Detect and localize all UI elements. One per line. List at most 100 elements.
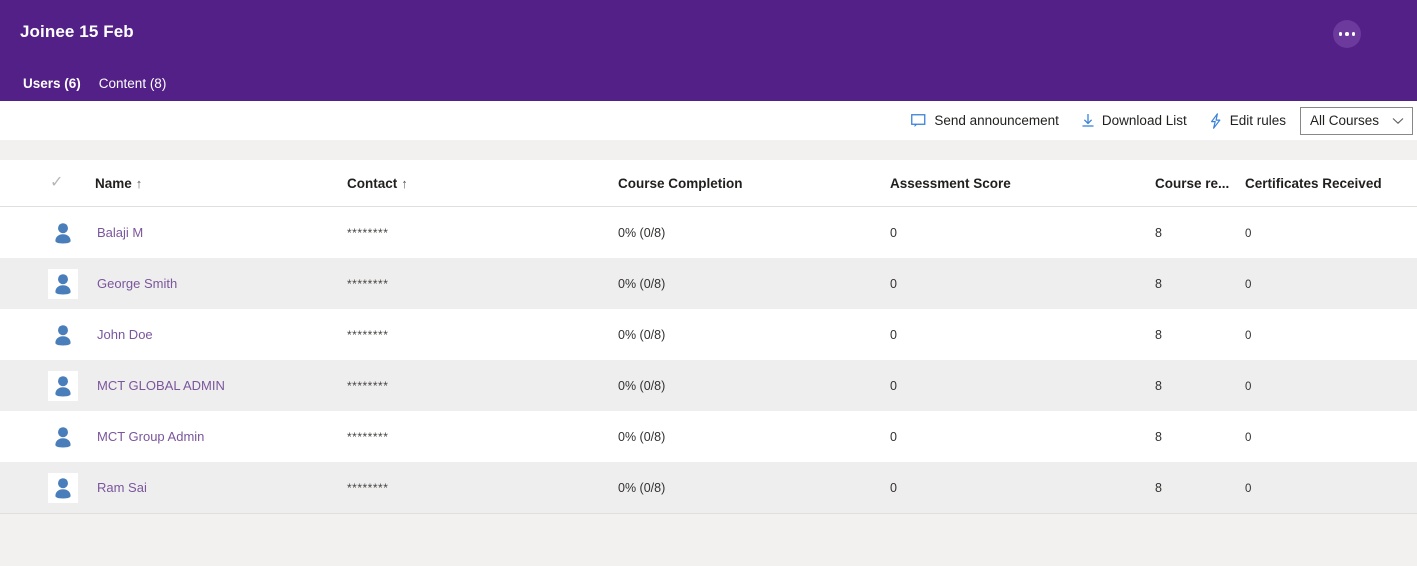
course-registered-cell: 8 [1155,326,1245,344]
user-name-cell: Ram Sai [48,472,347,503]
certificates-received-cell: 0 [1245,479,1417,497]
contact-masked-value: ******** [347,225,389,240]
assessment-score-value: 0 [890,276,897,291]
course-completion-value: 0% (0/8) [618,327,666,342]
assessment-score-cell: 0 [890,479,1155,497]
overflow-menu-button[interactable] [1333,20,1361,48]
assessment-score-value: 0 [890,429,897,444]
course-completion-cell: 0% (0/8) [618,479,890,497]
table-row[interactable]: MCT GLOBAL ADMIN ******** 0% (0/8) 0 8 0 [0,360,1417,411]
contact-cell: ******** [347,479,618,497]
contact-cell: ******** [347,326,618,344]
sort-ascending-icon: ↑ [135,175,143,191]
certificates-received-value: 0 [1245,227,1252,240]
table-row[interactable]: George Smith ******** 0% (0/8) 0 8 0 [0,258,1417,309]
column-header-certificates-received[interactable]: Certificates Received [1245,176,1417,191]
download-list-button[interactable]: Download List [1073,109,1195,132]
column-header-name[interactable]: Name ↑ [95,176,347,191]
toolbar-table-gap [0,140,1417,160]
assessment-score-value: 0 [890,378,897,393]
user-name-link[interactable]: George Smith [97,276,177,291]
certificates-received-cell: 0 [1245,326,1417,344]
user-name-cell: George Smith [48,268,347,299]
column-header-name-label: Name [95,175,132,191]
assessment-score-cell: 0 [890,326,1155,344]
assessment-score-cell: 0 [890,275,1155,293]
user-name-link[interactable]: Balaji M [97,225,143,240]
column-header-course-completion[interactable]: Course Completion [618,176,890,191]
table-row[interactable]: Balaji M ******** 0% (0/8) 0 8 0 [0,207,1417,258]
ellipsis-dot-icon [1345,32,1349,36]
user-name-link[interactable]: MCT GLOBAL ADMIN [97,378,225,393]
contact-masked-value: ******** [347,429,389,444]
course-completion-value: 0% (0/8) [618,276,666,291]
course-completion-value: 0% (0/8) [618,378,666,393]
contact-cell: ******** [347,224,618,242]
column-header-contact[interactable]: Contact ↑ [347,176,618,191]
tab-users[interactable]: Users (6) [14,72,90,95]
certificates-received-cell: 0 [1245,224,1417,242]
user-name-cell: MCT GLOBAL ADMIN [48,370,347,401]
certificates-received-value: 0 [1245,431,1252,444]
contact-masked-value: ******** [347,327,389,342]
tab-bar: Users (6) Content (8) [14,72,175,95]
course-completion-value: 0% (0/8) [618,480,666,495]
comment-icon [911,113,927,128]
select-all-checkmark-icon[interactable]: ✓ [50,174,63,191]
course-completion-cell: 0% (0/8) [618,275,890,293]
course-completion-value: 0% (0/8) [618,225,666,240]
user-name-cell: John Doe [48,319,347,350]
app-header: Joinee 15 Feb Users (6) Content (8) [0,0,1417,101]
certificates-received-cell: 0 [1245,377,1417,395]
course-registered-cell: 8 [1155,428,1245,446]
page-title: Joinee 15 Feb [20,22,134,41]
user-name-link[interactable]: Ram Sai [97,480,147,495]
certificates-received-value: 0 [1245,482,1252,495]
column-header-contact-label: Contact [347,175,398,191]
column-header-course-registered[interactable]: Course re... [1155,176,1245,191]
course-registered-value: 8 [1155,276,1162,291]
certificates-received-cell: 0 [1245,275,1417,293]
avatar [48,472,78,503]
contact-masked-value: ******** [347,378,389,393]
edit-rules-button[interactable]: Edit rules [1201,109,1294,133]
course-registered-cell: 8 [1155,377,1245,395]
avatar [48,319,78,350]
select-all-cell: ✓ [0,174,95,192]
assessment-score-value: 0 [890,327,897,342]
users-table: ✓ Name ↑ Contact ↑ Course Completion Asses… [0,160,1417,514]
download-icon [1081,113,1095,128]
table-body: Balaji M ******** 0% (0/8) 0 8 0 George Smith *… [0,207,1417,513]
course-completion-value: 0% (0/8) [618,429,666,444]
lightning-icon [1209,112,1223,129]
certificates-received-cell: 0 [1245,428,1417,446]
tab-content[interactable]: Content (8) [90,72,176,95]
user-name-cell: MCT Group Admin [48,421,347,452]
certificates-received-value: 0 [1245,380,1252,393]
course-registered-cell: 8 [1155,275,1245,293]
contact-cell: ******** [347,377,618,395]
ellipsis-dot-icon [1351,32,1356,36]
edit-rules-label: Edit rules [1229,113,1286,128]
assessment-score-value: 0 [890,480,897,495]
table-row[interactable]: Ram Sai ******** 0% (0/8) 0 8 0 [0,462,1417,513]
send-announcement-button[interactable]: Send announcement [903,109,1067,132]
column-header-assessment-score[interactable]: Assessment Score [890,176,1155,191]
course-registered-value: 8 [1155,327,1162,342]
course-filter-value: All Courses [1310,113,1380,128]
user-name-link[interactable]: John Doe [97,327,153,342]
contact-masked-value: ******** [347,480,389,495]
course-registered-cell: 8 [1155,479,1245,497]
user-name-link[interactable]: MCT Group Admin [97,429,204,444]
course-filter-dropdown[interactable]: All Courses [1300,106,1413,135]
course-completion-cell: 0% (0/8) [618,377,890,395]
chevron-down-icon [1392,113,1404,128]
user-name-cell: Balaji M [48,217,347,248]
table-row[interactable]: MCT Group Admin ******** 0% (0/8) 0 8 0 [0,411,1417,462]
avatar [48,217,78,248]
send-announcement-label: Send announcement [934,113,1059,128]
assessment-score-cell: 0 [890,428,1155,446]
table-row[interactable]: John Doe ******** 0% (0/8) 0 8 0 [0,309,1417,360]
avatar [48,421,78,452]
ellipsis-dot-icon [1338,32,1343,36]
